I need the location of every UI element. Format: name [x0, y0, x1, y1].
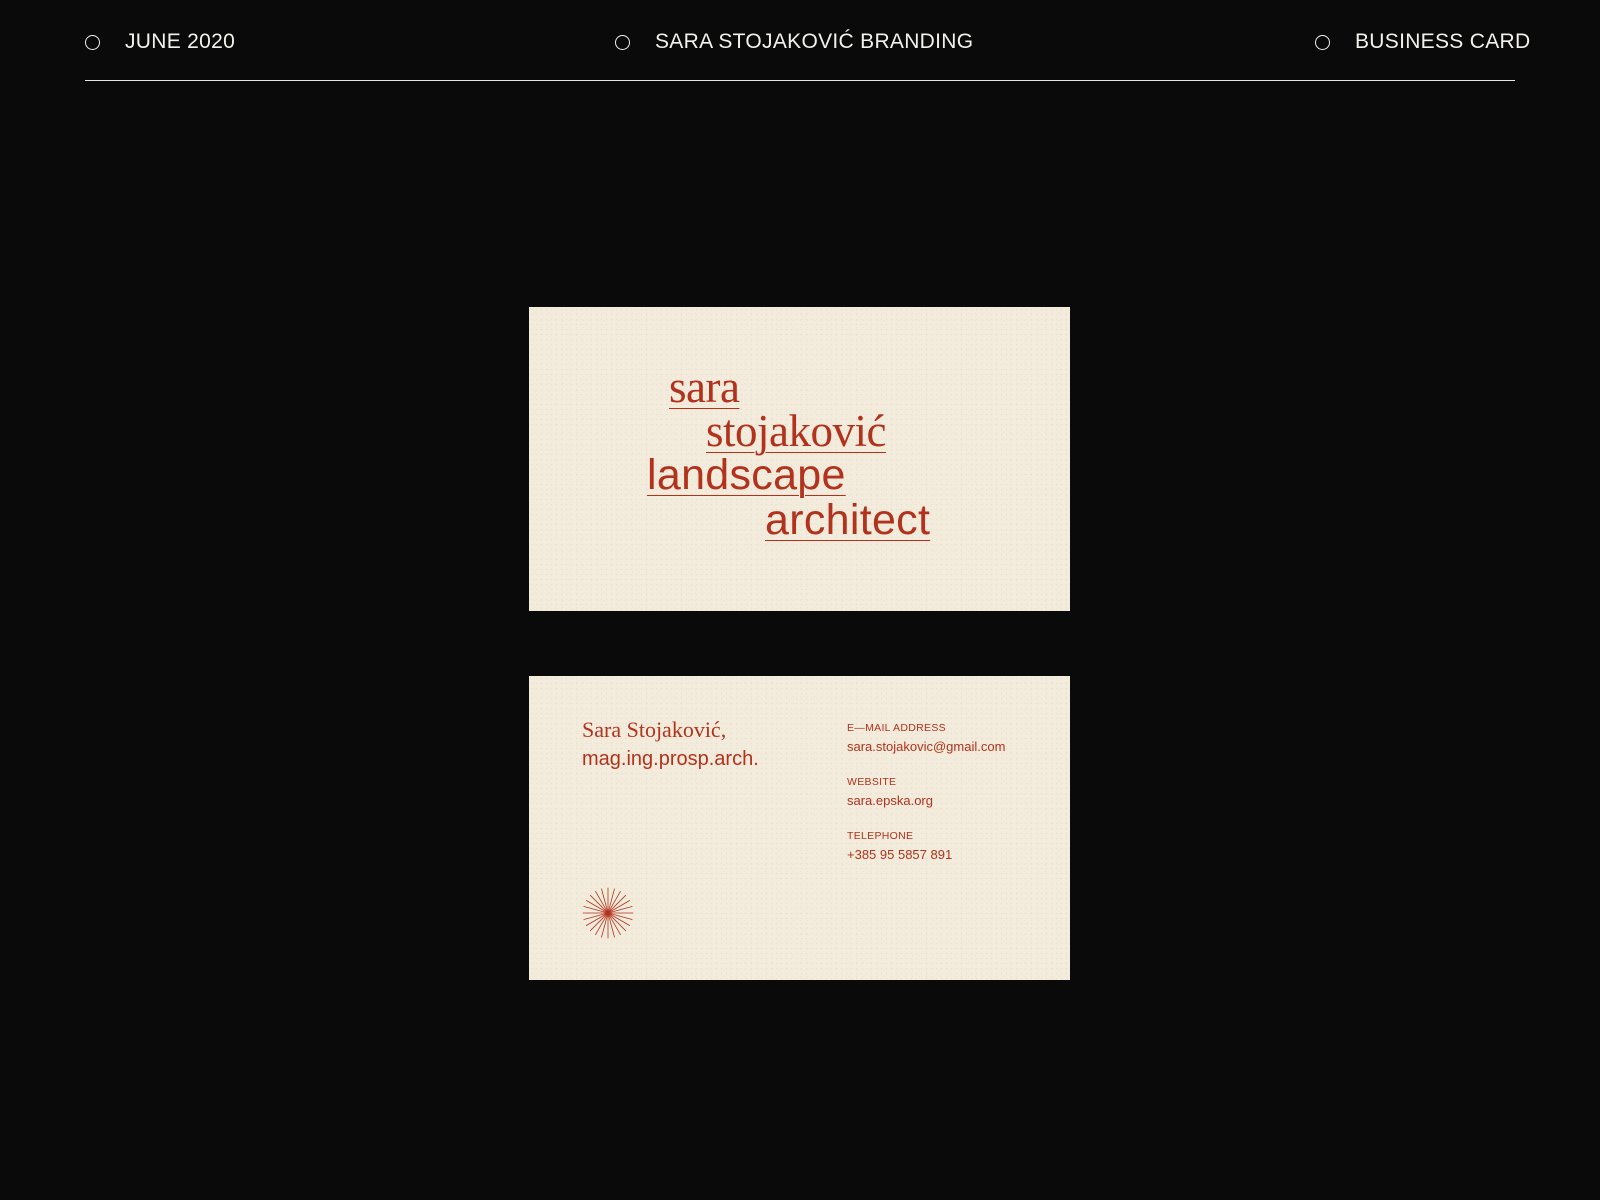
- header-date-label: JUNE 2020: [125, 30, 236, 53]
- contact-telephone-label: TELEPHONE: [847, 830, 914, 842]
- back-degree: mag.ing.prosp.arch.: [582, 748, 759, 770]
- business-card-front: sara stojaković landscape architect: [529, 307, 1070, 611]
- card-profession-line2: architect: [765, 496, 931, 544]
- header-project: SARA STOJAKOVIĆ BRANDING: [615, 30, 973, 54]
- circle-icon: [1315, 34, 1330, 50]
- card-profession-line1: landscape: [647, 451, 846, 499]
- business-card-back: Sara Stojaković, mag.ing.prosp.arch. E—M…: [529, 676, 1070, 980]
- header-date: JUNE 2020: [85, 30, 235, 54]
- header-item-type: BUSINESS CARD: [1315, 30, 1530, 54]
- contact-email-value: sara.stojakovic@gmail.com: [847, 738, 1006, 754]
- contact-telephone-value: +385 95 5857 891: [847, 846, 953, 862]
- back-name: Sara Stojaković,: [582, 717, 727, 742]
- circle-icon: [85, 34, 100, 50]
- starburst-icon: [582, 887, 634, 939]
- card-name-first: sara: [669, 362, 740, 412]
- card-name-last: stojaković: [706, 406, 886, 456]
- contact-telephone: TELEPHONE +385 95 5857 891: [847, 831, 1047, 861]
- header-item-type-label: BUSINESS CARD: [1355, 30, 1531, 53]
- contact-website-label: WEBSITE: [847, 776, 897, 788]
- contact-website: WEBSITE sara.epska.org: [847, 777, 1047, 807]
- page-header: JUNE 2020 SARA STOJAKOVIĆ BRANDING BUSIN…: [85, 0, 1530, 81]
- circle-icon: [615, 34, 630, 50]
- contact-website-value: sara.epska.org: [847, 792, 933, 808]
- contact-email-label: E—MAIL ADDRESS: [847, 722, 946, 734]
- contact-email: E—MAIL ADDRESS sara.stojakovic@gmail.com: [847, 723, 1047, 753]
- header-project-label: SARA STOJAKOVIĆ BRANDING: [655, 30, 974, 53]
